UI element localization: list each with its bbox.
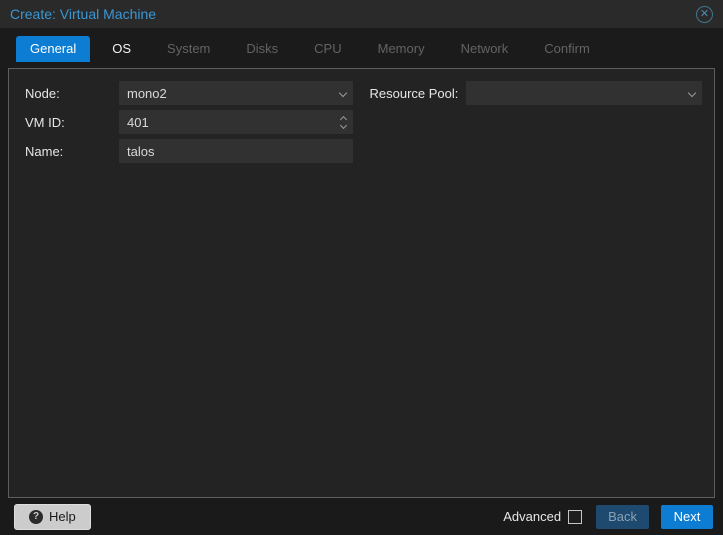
name-label: Name: — [17, 144, 119, 159]
advanced-label: Advanced — [503, 509, 561, 524]
chevron-down-icon[interactable] — [340, 81, 346, 105]
back-button: Back — [596, 505, 649, 529]
tab-os[interactable]: OS — [98, 36, 145, 62]
resource-pool-input[interactable] — [466, 81, 703, 105]
tab-confirm: Confirm — [530, 36, 604, 62]
resource-pool-select[interactable] — [466, 81, 703, 105]
tab-system: System — [153, 36, 224, 62]
dialog-title: Create: Virtual Machine — [10, 6, 696, 22]
node-row: Node: — [17, 81, 362, 105]
tab-memory: Memory — [364, 36, 439, 62]
name-row: Name: — [17, 139, 362, 163]
chevron-down-icon[interactable] — [689, 81, 695, 105]
tab-disks: Disks — [232, 36, 292, 62]
vmid-spinner[interactable] — [119, 110, 353, 134]
next-button[interactable]: Next — [661, 505, 713, 529]
general-form-panel: Node: VM ID: Name: Resource Pool: — [8, 68, 715, 498]
vmid-label: VM ID: — [17, 115, 119, 130]
tab-network: Network — [447, 36, 523, 62]
resource-pool-label: Resource Pool: — [362, 86, 466, 101]
tab-cpu: CPU — [300, 36, 355, 62]
name-field[interactable] — [119, 139, 353, 163]
vmid-input[interactable] — [119, 110, 353, 134]
advanced-checkbox[interactable] — [568, 510, 582, 524]
wizard-tab-bar: General OS System Disks CPU Memory Netwo… — [0, 28, 723, 68]
node-label: Node: — [17, 86, 119, 101]
help-button-label: Help — [49, 509, 76, 524]
node-select-input[interactable] — [119, 81, 353, 105]
dialog-footer: ? Help Advanced Back Next — [0, 498, 723, 535]
tab-general[interactable]: General — [16, 36, 90, 62]
spinner-up-down-icon[interactable] — [341, 110, 346, 134]
resource-pool-row: Resource Pool: — [362, 81, 707, 105]
vmid-row: VM ID: — [17, 110, 362, 134]
node-select[interactable] — [119, 81, 353, 105]
name-input[interactable] — [119, 139, 353, 163]
help-button[interactable]: ? Help — [14, 504, 91, 530]
close-icon[interactable]: ✕ — [696, 6, 713, 23]
dialog-header: Create: Virtual Machine ✕ — [0, 0, 723, 28]
question-mark-icon: ? — [29, 510, 43, 524]
